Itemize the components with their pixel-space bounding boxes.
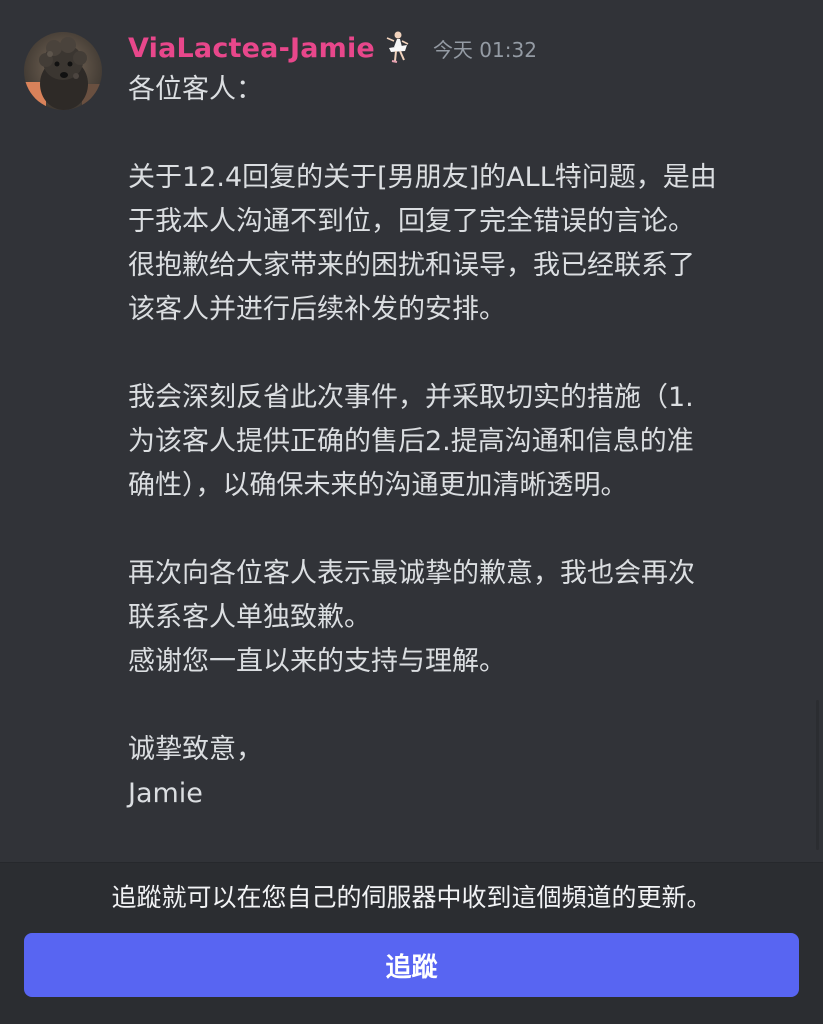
message-line: 再次向各位客人表示最诚挚的歉意，我也会再次: [128, 558, 695, 589]
message-line: Jamie: [128, 778, 203, 809]
message-line: 联系客人单独致歉。: [128, 602, 371, 633]
message: ViaLactea-Jamie 今天 01:32 各位客人： 关于12.4回复的…: [0, 0, 823, 862]
avatar[interactable]: [24, 32, 102, 110]
dog-avatar-icon: [24, 32, 102, 110]
message-line: 关于12.4回复的关于[男朋友]的ALL特问题，是由: [128, 162, 717, 193]
follow-footer: 追蹤就可以在您自己的伺服器中收到這個頻道的更新。 追蹤: [0, 862, 823, 1024]
follow-notice: 追蹤就可以在您自己的伺服器中收到這個頻道的更新。: [111, 883, 712, 912]
scrollbar[interactable]: [816, 700, 819, 850]
message-line: 为该客人提供正确的售后2.提高沟通和信息的准: [128, 426, 694, 457]
message-line: 我会深刻反省此次事件，并采取切实的措施（1.: [128, 382, 694, 413]
message-line: 该客人并进行后续补发的安排。: [128, 294, 506, 325]
message-body: 各位客人： 关于12.4回复的关于[男朋友]的ALL特问题，是由 于我本人沟通不…: [128, 68, 808, 816]
channel-page: ViaLactea-Jamie 今天 01:32 各位客人： 关于12.4回复的…: [0, 0, 823, 1024]
message-header: ViaLactea-Jamie 今天 01:32: [128, 28, 537, 68]
message-line: 感谢您一直以来的支持与理解。: [128, 646, 506, 677]
message-timestamp: 今天 01:32: [432, 37, 537, 62]
author-name[interactable]: ViaLactea-Jamie: [128, 33, 375, 64]
follow-button[interactable]: 追蹤: [24, 933, 799, 997]
dancer-badge-icon: [383, 30, 411, 66]
message-line: 确性），以确保未来的沟通更加清晰透明。: [128, 470, 628, 501]
message-line: 很抱歉给大家带来的困扰和误导，我已经联系了: [128, 250, 695, 281]
message-line: 于我本人沟通不到位，回复了完全错误的言论。: [128, 206, 695, 237]
message-line: 诚挚致意，: [128, 734, 263, 765]
message-line: 各位客人：: [128, 74, 263, 105]
